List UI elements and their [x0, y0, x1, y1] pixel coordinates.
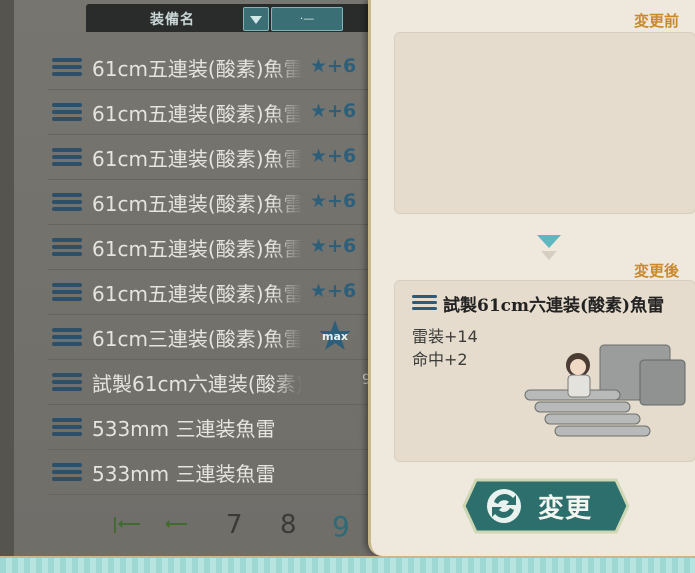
page-8[interactable]: 8	[280, 510, 297, 540]
after-label: 変更後	[634, 262, 680, 280]
equipment-name: 533mm 三連装魚雷	[92, 462, 276, 486]
prev-page-icon[interactable]: ⟵	[165, 514, 188, 533]
improvement-level: ★+6	[310, 145, 357, 167]
torpedo-icon	[52, 193, 82, 211]
torpedo-icon	[52, 463, 82, 481]
equipment-name: 61cm五連装(酸素)魚雷	[92, 57, 302, 81]
equipment-row[interactable]: 61cm五連装(酸素)魚雷 ★+6	[48, 270, 378, 315]
max-star-badge: max	[318, 319, 352, 353]
equipment-row[interactable]: 533mm 三連装魚雷	[48, 450, 378, 495]
equipment-name: 61cm五連装(酸素)魚雷	[92, 102, 302, 126]
equipment-name: 試製61cm六連装(酸素)魚雷	[92, 372, 302, 396]
first-page-icon[interactable]: |⟵	[112, 514, 141, 533]
torpedo-icon	[52, 283, 82, 301]
torpedo-icon	[52, 328, 82, 346]
equipment-name: 533mm 三連装魚雷	[92, 417, 276, 441]
page-7[interactable]: 7	[226, 510, 243, 540]
filter-button[interactable]: ·—	[271, 7, 343, 31]
before-label: 変更前	[634, 12, 680, 30]
equipment-row[interactable]: 61cm五連装(酸素)魚雷 ★+6	[48, 90, 378, 135]
column-title: 装備名	[150, 12, 195, 28]
torpedo-icon	[52, 58, 82, 76]
torpedo-launcher-illustration	[524, 344, 686, 437]
equipment-name: 61cm五連装(酸素)魚雷	[92, 237, 302, 261]
equipment-name: 61cm五連装(酸素)魚雷	[92, 192, 302, 216]
selected-equipment-name: 試製61cm六連装(酸素)魚雷	[443, 296, 665, 316]
equipment-row[interactable]: 533mm 三連装魚雷	[48, 405, 378, 450]
torpedo-icon	[52, 103, 82, 121]
equipment-row[interactable]: 61cm五連装(酸素)魚雷 ★+6	[48, 45, 378, 90]
equipment-row[interactable]: 61cm五連装(酸素)魚雷 ★+6	[48, 225, 378, 270]
equipment-name: 61cm三連装(酸素)魚雷	[92, 327, 302, 351]
stat-torpedo: 雷装+14	[412, 327, 478, 346]
arrow-shadow-icon	[541, 251, 557, 260]
equipment-row[interactable]: 61cm三連装(酸素)魚雷 max	[48, 315, 378, 360]
bottom-border	[0, 556, 695, 573]
change-button[interactable]: 変更	[462, 478, 630, 534]
max-badge-text: max	[322, 330, 348, 343]
change-button-label: 変更	[538, 494, 593, 524]
before-slot-empty[interactable]	[394, 32, 695, 214]
improvement-level: ★+6	[310, 190, 357, 212]
sort-dropdown-button[interactable]	[243, 7, 269, 31]
equipment-row[interactable]: 61cm五連装(酸素)魚雷 ★+6	[48, 135, 378, 180]
improvement-level: ★+6	[310, 55, 357, 77]
improvement-level: ★+6	[310, 235, 357, 257]
page-9-current[interactable]: 9	[332, 510, 350, 543]
torpedo-icon	[412, 295, 437, 311]
stat-accuracy: 命中+2	[412, 350, 468, 369]
torpedo-icon	[52, 238, 82, 256]
arrow-down-icon	[537, 235, 561, 248]
improvement-level: ★+6	[310, 280, 357, 302]
torpedo-icon	[52, 148, 82, 166]
equipment-row[interactable]: 61cm五連装(酸素)魚雷 ★+6	[48, 180, 378, 225]
torpedo-icon	[52, 418, 82, 436]
improvement-level: ★+6	[310, 100, 357, 122]
equipment-name: 61cm五連装(酸素)魚雷	[92, 147, 302, 171]
equipment-row[interactable]: 試製61cm六連装(酸素)魚雷9	[48, 360, 378, 405]
equipment-name: 61cm五連装(酸素)魚雷	[92, 282, 302, 306]
torpedo-icon	[52, 373, 82, 391]
